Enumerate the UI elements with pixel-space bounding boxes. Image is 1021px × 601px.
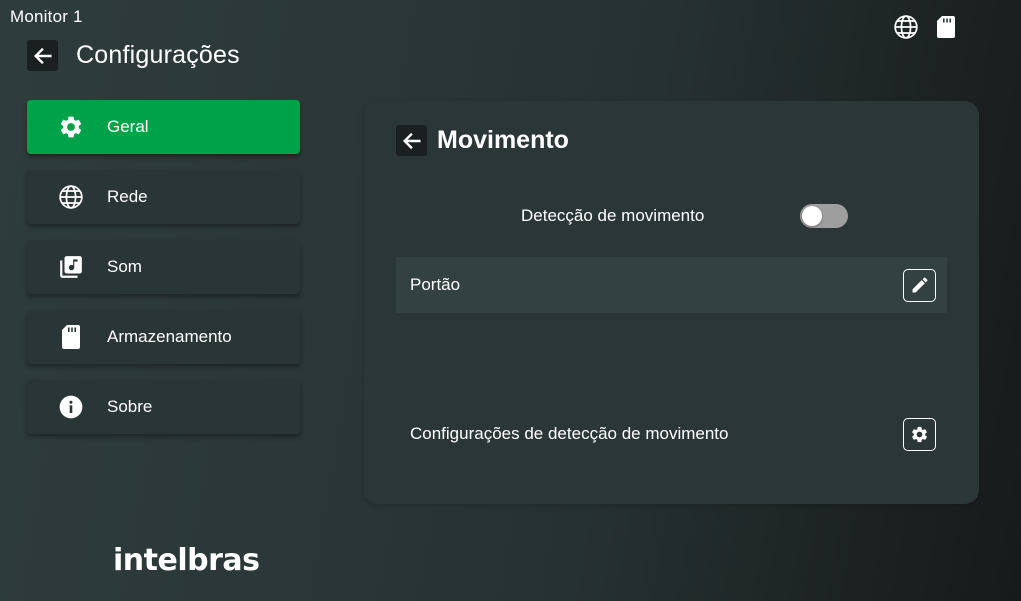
- zone-row: Portão: [396, 257, 947, 313]
- detection-settings-label: Configurações de detecção de movimento: [410, 424, 729, 443]
- zone-label: Portão: [410, 275, 461, 294]
- brand-logo: intelbras: [113, 543, 260, 578]
- detection-settings-button[interactable]: [903, 417, 936, 451]
- sidebar-item-label: Geral: [107, 117, 149, 136]
- device-name: Monitor 1: [10, 7, 83, 26]
- music-library-icon: [57, 253, 85, 281]
- globe-icon: [57, 183, 85, 211]
- header: Configurações: [27, 40, 240, 71]
- sd-card-icon: [57, 323, 85, 351]
- panel-header: Movimento: [396, 125, 569, 156]
- gear-icon: [57, 113, 85, 141]
- info-icon: [57, 393, 85, 421]
- sidebar: Geral Rede Som Armazenamento Sobre: [27, 100, 300, 450]
- panel-back-button[interactable]: [396, 125, 427, 156]
- motion-detection-label: Detecção de movimento: [521, 206, 705, 225]
- arrow-left-icon: [402, 132, 421, 149]
- motion-detection-row: Detecção de movimento: [521, 204, 849, 228]
- detection-settings-row: Configurações de detecção de movimento: [410, 417, 936, 451]
- gear-icon: [912, 426, 927, 442]
- pencil-icon: [912, 277, 928, 293]
- sidebar-item-armazenamento[interactable]: Armazenamento: [27, 310, 300, 364]
- sidebar-item-label: Sobre: [107, 397, 153, 416]
- sidebar-item-label: Armazenamento: [107, 327, 232, 346]
- globe-icon: [893, 14, 919, 40]
- sd-card-icon: [933, 14, 959, 40]
- sidebar-item-sobre[interactable]: Sobre: [27, 380, 300, 434]
- sidebar-item-label: Rede: [107, 187, 148, 206]
- back-button[interactable]: [27, 40, 58, 71]
- sidebar-item-geral[interactable]: Geral: [27, 100, 300, 154]
- page-title: Configurações: [76, 41, 240, 69]
- toggle-knob: [802, 206, 823, 226]
- panel-title: Movimento: [437, 126, 569, 154]
- sidebar-item-label: Som: [107, 257, 142, 276]
- edit-zone-button[interactable]: [903, 268, 936, 302]
- motion-detection-toggle[interactable]: [800, 204, 849, 228]
- arrow-left-icon: [33, 47, 52, 64]
- status-bar: [893, 14, 959, 40]
- motion-panel: Movimento Detecção de movimento Portão C…: [364, 101, 979, 504]
- sidebar-item-rede[interactable]: Rede: [27, 170, 300, 224]
- sidebar-item-som[interactable]: Som: [27, 240, 300, 294]
